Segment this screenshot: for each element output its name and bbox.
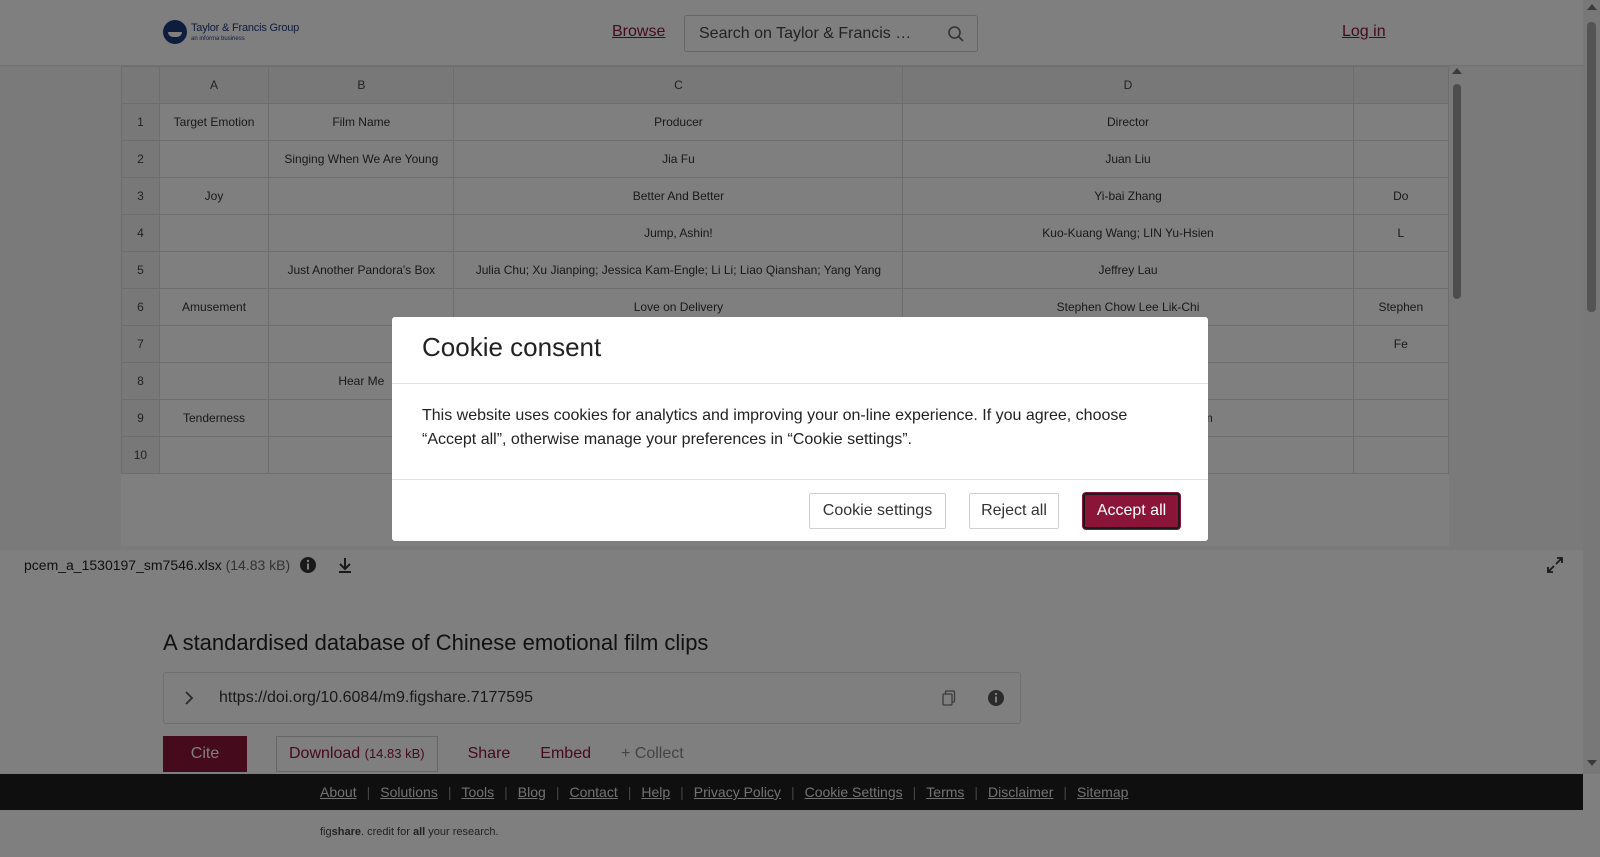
cookie-settings-button[interactable]: Cookie settings (809, 493, 946, 529)
cookie-consent-dialog: Cookie consent This website uses cookies… (392, 317, 1208, 541)
reject-all-button[interactable]: Reject all (969, 493, 1059, 529)
cookie-message: This website uses cookies for analytics … (392, 384, 1208, 480)
accept-all-button[interactable]: Accept all (1083, 493, 1180, 529)
cookie-title: Cookie consent (422, 332, 602, 362)
